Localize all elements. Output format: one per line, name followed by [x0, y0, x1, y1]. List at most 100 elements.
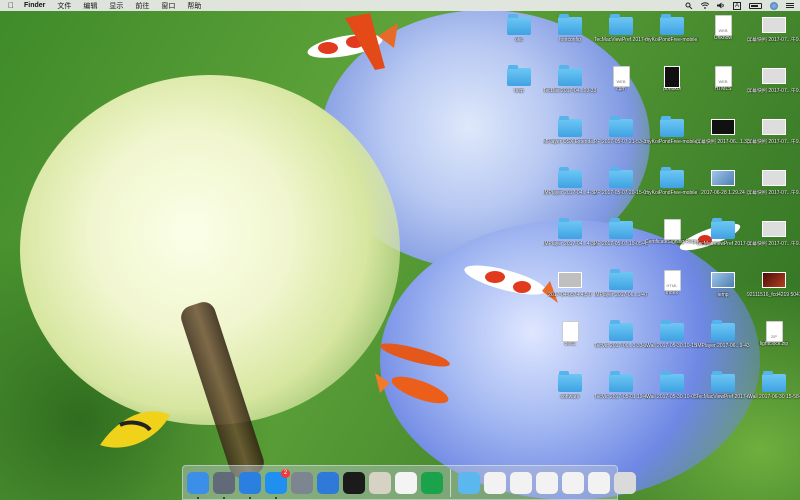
desktop-item[interactable]: dec1 [543, 321, 597, 347]
wifi-icon[interactable] [700, 2, 709, 9]
desktop-item[interactable]: TecMacViewPref 2017-06...11-11-26 [696, 371, 750, 400]
desktop-item[interactable]: TecDiet 2017-04...09-33-16 [543, 65, 597, 94]
desktop-item[interactable]: 屏幕快照 2017-07...午9.15.27 [747, 15, 800, 43]
input-method-icon[interactable]: A [732, 1, 741, 10]
desktop-item[interactable]: CertificateSigning Request...Request [645, 219, 699, 245]
desktop-item[interactable]: TecVic 2017-06...0-33-33 [594, 320, 648, 349]
recent-doc-2-icon[interactable] [510, 471, 532, 494]
menu-file[interactable]: 文件 [51, 1, 77, 11]
safari-icon[interactable] [239, 471, 261, 499]
desktop-item[interactable]: 92111516_fcd4219 5047e4...5c_t.mp4 [747, 270, 800, 298]
desktop-item[interactable]: PP 2017-05-07 19-05-49 [594, 218, 648, 247]
folder-icon [558, 65, 582, 88]
apple-icon[interactable]:  [4, 1, 18, 10]
desktop-item-label: TecMacViewPref 2017-05...4-09-22 [594, 37, 648, 43]
desktop-item-label: TecDiet 2017-04...09-33-16 [543, 88, 597, 94]
koi-fish-icon [100, 411, 170, 448]
menu-app-name[interactable]: Finder [18, 2, 51, 9]
desktop-item[interactable]: TecMacViewPref 2017-05...4-09-22 [594, 14, 648, 43]
desktop-item[interactable]: WEB HTMLS [696, 66, 750, 92]
desktop-item[interactable]: temp [696, 270, 750, 298]
running-indicator [249, 496, 251, 499]
desktop-item[interactable]: WEB Unknow [696, 15, 750, 41]
desktop-item-label: MPlayer OSX Extende...0-57-35 [543, 139, 597, 145]
notification-list-icon[interactable] [786, 3, 794, 8]
app-store-icon[interactable]: 2 [265, 468, 290, 499]
desktop-item[interactable]: iWall 2017-06-30 15-58-03 [747, 371, 800, 400]
desktop-item[interactable]: software [543, 371, 597, 400]
recent-doc-1-icon[interactable] [484, 471, 506, 494]
preview-icon[interactable] [369, 471, 391, 494]
desktop-item[interactable]: MPlayer OSX Extende...0-57-35 [543, 116, 597, 145]
desktop-item[interactable]: HTML index [645, 270, 699, 296]
user-avatar-icon[interactable] [770, 1, 778, 10]
desktop-item[interactable]: IMPlayer 2017-06...1-47-54 [594, 269, 648, 298]
document-icon [660, 219, 684, 240]
desktop-item[interactable]: IMPlayer 2017-04...4-32-24 [543, 218, 597, 247]
folder-icon [660, 167, 684, 190]
paint-icon[interactable] [395, 471, 417, 494]
desktop-item[interactable]: WEB cgm [594, 66, 648, 92]
launchpad-icon[interactable] [213, 471, 235, 499]
desktop-item[interactable]: myKoiPondFree-mobile 2...9-12-24 [645, 116, 699, 145]
screenshot-file-icon [711, 272, 735, 292]
desktop-item[interactable]: myKoiPondFree-mobile 2...0-15-09 [645, 167, 699, 196]
finder-icon[interactable] [187, 471, 209, 499]
desktop-item-label: IMPlayer 2017-06...9-43-43 [696, 343, 750, 349]
menu-help[interactable]: 帮助 [181, 1, 207, 11]
koi-fish-icon [375, 343, 450, 404]
menu-view[interactable]: 显示 [103, 1, 129, 11]
document-icon: ZIP [762, 321, 786, 342]
recent-doc-4-icon[interactable] [562, 471, 584, 494]
menu-edit[interactable]: 编辑 [77, 1, 103, 11]
folder-icon [558, 218, 582, 241]
koi-fish-icon [307, 13, 398, 70]
desktop-item-label: IMPlayer 2017-04...4-32-24 [543, 241, 597, 247]
volume-icon[interactable] [716, 2, 725, 9]
desktop-item[interactable]: PP 2017-05-07 21-53-32 [594, 116, 648, 145]
xcode-icon[interactable] [317, 471, 339, 494]
folder-icon [609, 218, 633, 241]
terminal-icon[interactable] [343, 471, 365, 494]
document-icon: HTML [660, 270, 684, 291]
desktop-item-label: myKoiPondFree-mobile 2...0-55-41 [645, 37, 699, 43]
document-icon: WEB [711, 15, 735, 36]
desktop-item[interactable]: IMPlayer 2017-04...4-32-14 [543, 167, 597, 196]
desktop-item[interactable]: 屏幕快照 2017-07...午9.14.13 [747, 168, 800, 196]
desktop-item[interactable]: iWall 2017-05-30 10-15-05 [645, 320, 699, 349]
system-preferences-icon[interactable] [291, 471, 313, 494]
desktop-item[interactable]: IMPlayer 2017-06...9-43-43 [696, 320, 750, 349]
battery-icon[interactable] [749, 2, 762, 9]
desktop-item[interactable]: PP 2017-05-07 20-15-03 [594, 167, 648, 196]
desktop-item[interactable]: myKoiPondFree-mobile 2...0-55-41 [645, 14, 699, 43]
koi-app-icon[interactable] [421, 471, 443, 494]
desktop-item-label: myKoiPondFree-mobile 2...9-12-24 [645, 139, 699, 145]
desktop-item-label: fontconfig [559, 37, 581, 43]
desktop-item[interactable]: pondkoi [645, 66, 699, 92]
desktop-item[interactable]: 屏幕快照 2017-07...午9.14.17 [747, 66, 800, 94]
desktop-item[interactable]: TecVic 2017-05-01 19-43-28 [594, 371, 648, 400]
desktop-item-label: 2017-04-0574.4.5 0 [548, 292, 592, 298]
desktop-item[interactable]: 屏幕快照 2017-07...午9.14.08 [747, 219, 800, 247]
menu-go[interactable]: 前往 [129, 1, 155, 11]
folder-icon [609, 116, 633, 139]
document-icon [558, 321, 582, 342]
downloads-folder-icon[interactable] [458, 471, 480, 494]
desktop-item-label: TecMacViewPref 2017-06...11-11-26 [696, 394, 750, 400]
desktop-item[interactable]: 2017-04-0574.4.5 0 [543, 270, 597, 298]
recent-doc-3-icon[interactable] [536, 471, 558, 494]
desktop-item[interactable]: 2017-06-28 1.29.24 [696, 168, 750, 196]
desktop-item[interactable]: 屏幕快照 2017-06...1.33.07 [696, 117, 750, 145]
desktop-item[interactable]: iWall 2017-05-30 10-05-06 [645, 371, 699, 400]
desktop-item[interactable]: ZIP lightclock.zip [747, 321, 800, 347]
desktop-item[interactable]: fontconfig [543, 14, 597, 43]
trash-icon[interactable] [614, 471, 636, 494]
menu-window[interactable]: 窗口 [155, 1, 181, 11]
recent-doc-5-icon[interactable] [588, 471, 610, 494]
spotlight-icon[interactable] [685, 2, 693, 9]
folder-icon [558, 14, 582, 37]
desktop-item[interactable]: okc [492, 14, 546, 43]
desktop-item[interactable]: 屏幕快照 2017-07...午9.14.15 [747, 117, 800, 145]
desktop-item[interactable]: tusp [492, 65, 546, 94]
desktop-item[interactable]: TecMacViewPref 2017-06...11-41-22 [696, 218, 750, 247]
